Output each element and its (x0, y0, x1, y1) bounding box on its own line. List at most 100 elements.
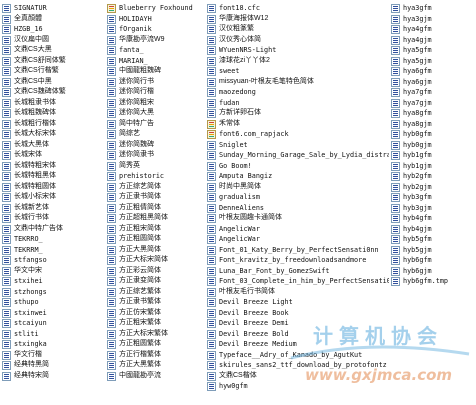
file-item[interactable]: 长城粗行楷体 (2, 119, 102, 130)
file-item[interactable]: 方正粗宋简体 (107, 224, 203, 235)
file-item[interactable]: sweet (207, 66, 389, 77)
file-item[interactable]: 方正粗圆简体 (107, 234, 203, 245)
file-item[interactable]: 长城行书体 (2, 213, 102, 224)
file-item[interactable]: 叶根友毛行书简体 (207, 287, 389, 298)
file-item[interactable]: 中國龍勘亭流 (107, 371, 203, 382)
file-item[interactable]: 汉仪粗篆繁 (207, 24, 389, 35)
file-item[interactable]: Font_01_Katy_Berry_by_PerfectSensati0nn (207, 245, 389, 256)
file-item[interactable]: 中國龍粗魏碑 (107, 66, 203, 77)
file-item[interactable]: Font_03_Complete_in_him_by_PerfectSensat… (207, 276, 389, 287)
file-item[interactable]: hya6gjm (391, 77, 475, 88)
file-item[interactable]: 华康勘亭流W9 (107, 35, 203, 46)
file-item[interactable]: 方正综艺繁体 (107, 287, 203, 298)
file-item[interactable]: hyb5gjm (391, 245, 475, 256)
file-item[interactable]: 华康海报体W12 (207, 14, 389, 25)
file-item[interactable]: hyb6gjm (391, 266, 475, 277)
file-item[interactable]: AngelicWar (207, 224, 389, 235)
file-item[interactable]: hyb4gjm (391, 224, 475, 235)
file-item[interactable]: Go Boom! (207, 161, 389, 172)
file-item[interactable]: 长城粗隶书体 (2, 98, 102, 109)
file-item[interactable]: hya5gjm (391, 56, 475, 67)
file-item[interactable]: 简综艺 (107, 129, 203, 140)
file-item[interactable]: hyb1gjm (391, 161, 475, 172)
file-item[interactable]: 华文行楷 (2, 350, 102, 361)
file-item[interactable]: 华文中宋 (2, 266, 102, 277)
file-item[interactable]: hya4gfm (391, 24, 475, 35)
file-item[interactable]: prehistoric (107, 171, 203, 182)
file-item[interactable]: fanta_ (107, 45, 203, 56)
file-item[interactable]: hyb3gjm (391, 203, 475, 214)
file-item[interactable]: fOrganik (107, 24, 203, 35)
file-item[interactable]: Blueberry Foxhound (107, 3, 203, 14)
file-item[interactable]: hya7gfm (391, 87, 475, 98)
file-item[interactable]: 叶根友圆趣卡通简体 (207, 213, 389, 224)
file-item[interactable]: MARIAN_ (107, 56, 203, 67)
file-item[interactable]: 汉仪秀心体简 (207, 35, 389, 46)
file-item[interactable]: hya3gjm (391, 14, 475, 25)
file-item[interactable]: 方正大黑简体 (107, 245, 203, 256)
file-item[interactable]: 长城宋体 (2, 150, 102, 161)
file-item[interactable]: maozedong (207, 87, 389, 98)
file-item[interactable]: hyb4gfm (391, 213, 475, 224)
file-item[interactable]: hyb5gfm (391, 234, 475, 245)
file-item[interactable]: 方正隶书繁体 (107, 297, 203, 308)
file-item[interactable]: missyuan-叶根友毛笔特色简体 (207, 77, 389, 88)
file-item[interactable]: HZGB_16 (2, 24, 102, 35)
file-item[interactable]: 文鼎CS中黑 (2, 77, 102, 88)
file-item[interactable]: 方正大标宋繁体 (107, 329, 203, 340)
file-item[interactable]: WYuenNRS-Light (207, 45, 389, 56)
file-item[interactable]: Devil Breeze Book (207, 308, 389, 319)
file-item[interactable]: 文鼎CS行楷繁 (2, 66, 102, 77)
file-item[interactable]: hya8gfm (391, 108, 475, 119)
file-item[interactable]: 长城新艺体 (2, 203, 102, 214)
file-item[interactable]: hya3gfm (391, 3, 475, 14)
file-item[interactable]: 方正仿宋繁体 (107, 308, 203, 319)
file-item[interactable]: 方正大黑繁体 (107, 360, 203, 371)
file-item[interactable]: font18.cfc (207, 3, 389, 14)
file-item[interactable]: 文鼎CS魏碑体繁 (2, 87, 102, 98)
file-item[interactable]: 方新详卵石体 (207, 108, 389, 119)
file-item[interactable]: hyb6gfm (391, 255, 475, 266)
file-item[interactable]: hyb0gfm (391, 129, 475, 140)
file-item[interactable]: 迷你简粗宋 (107, 98, 203, 109)
file-item[interactable]: 经典特黑简 (2, 360, 102, 371)
file-item[interactable]: 经典特宋简 (2, 371, 102, 382)
file-item[interactable]: 方正大标宋简体 (107, 255, 203, 266)
file-item[interactable]: 时尚中黑简体 (207, 182, 389, 193)
file-item[interactable]: Sunday_Morning_Garage_Sale_by_Lydia_dist… (207, 150, 389, 161)
file-item[interactable]: 长城特粗宋体 (2, 161, 102, 172)
file-item[interactable]: 方正粗圆繁体 (107, 339, 203, 350)
file-item[interactable]: stxingka (2, 339, 102, 350)
file-item[interactable]: TEKRRO_ (2, 234, 102, 245)
file-item[interactable]: stxinwei (2, 308, 102, 319)
file-item[interactable]: Font_kravitz_by_freedownloadsandmore (207, 255, 389, 266)
file-item[interactable]: 方正综艺简体 (107, 182, 203, 193)
file-item[interactable]: 方正粗宋繁体 (107, 318, 203, 329)
file-item[interactable]: 文鼎CS舒同体繁 (2, 56, 102, 67)
file-item[interactable]: fudan (207, 98, 389, 109)
file-item[interactable]: 迷你简魏碑 (107, 140, 203, 151)
file-item[interactable]: TEKRRM_ (2, 245, 102, 256)
file-item[interactable]: 禾常体 (207, 119, 389, 130)
file-item[interactable]: Luna_Bar_Font_by_GomezSwift (207, 266, 389, 277)
file-item[interactable]: AngelicWar (207, 234, 389, 245)
file-item[interactable]: stcaiyun (2, 318, 102, 329)
file-item[interactable]: hyb0gjm (391, 140, 475, 151)
file-item[interactable]: 汉仪扁中圆 (2, 35, 102, 46)
file-item[interactable]: Sniglet (207, 140, 389, 151)
file-item[interactable]: 方正粗倩简体 (107, 203, 203, 214)
file-item[interactable]: hyb1gfm (391, 150, 475, 161)
file-item[interactable]: Amputa Bangiz (207, 171, 389, 182)
file-item[interactable]: 方正隶变简体 (107, 276, 203, 287)
file-item[interactable]: 文鼎中特广告体 (2, 224, 102, 235)
file-item[interactable]: stliti (2, 329, 102, 340)
file-item[interactable]: HOLIDAYH (107, 14, 203, 25)
file-item[interactable]: 长城大标宋体 (2, 129, 102, 140)
file-item[interactable]: 文鼎CS大黑 (2, 45, 102, 56)
file-item[interactable]: stzhongs (2, 287, 102, 298)
file-item[interactable]: 简秀英 (107, 161, 203, 172)
file-item[interactable]: 方正行楷繁体 (107, 350, 203, 361)
file-item[interactable]: hya6gfm (391, 66, 475, 77)
file-item[interactable]: gradualism (207, 192, 389, 203)
file-item[interactable]: 迷你简大黑 (107, 108, 203, 119)
